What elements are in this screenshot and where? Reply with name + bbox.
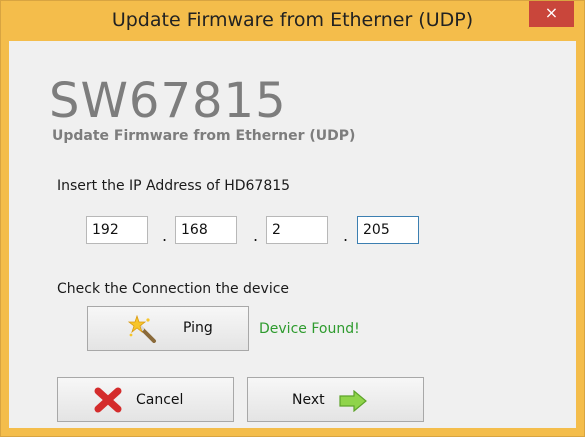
product-title: SW67815 [49,73,287,129]
ping-button[interactable]: Ping [87,306,249,351]
ping-button-label: Ping [183,320,213,336]
ip-octet-1-input[interactable]: 192 [86,216,148,244]
next-button[interactable]: Next [247,377,424,422]
next-button-label: Next [292,392,325,408]
cancel-button[interactable]: Cancel [57,377,234,422]
ip-separator: . [253,226,259,245]
ip-octet-4-input[interactable]: 205 [357,216,419,244]
ip-octet-2-input[interactable]: 168 [175,216,237,244]
cancel-button-label: Cancel [136,392,184,408]
close-button[interactable]: × [529,1,574,27]
red-x-icon [94,387,122,417]
title-bar[interactable]: Update Firmware from Etherner (UDP) × [1,1,584,41]
magic-wand-icon [127,314,158,347]
ip-separator: . [162,226,168,245]
ip-separator: . [343,226,349,245]
window-title: Update Firmware from Etherner (UDP) [111,9,474,31]
connection-status: Device Found! [259,321,360,337]
product-subtitle: Update Firmware from Etherner (UDP) [52,128,356,144]
green-arrow-right-icon [338,389,368,416]
ip-address-label: Insert the IP Address of HD67815 [57,178,291,194]
connection-label: Check the Connection the device [57,281,290,297]
ip-octet-3-input[interactable]: 2 [266,216,328,244]
